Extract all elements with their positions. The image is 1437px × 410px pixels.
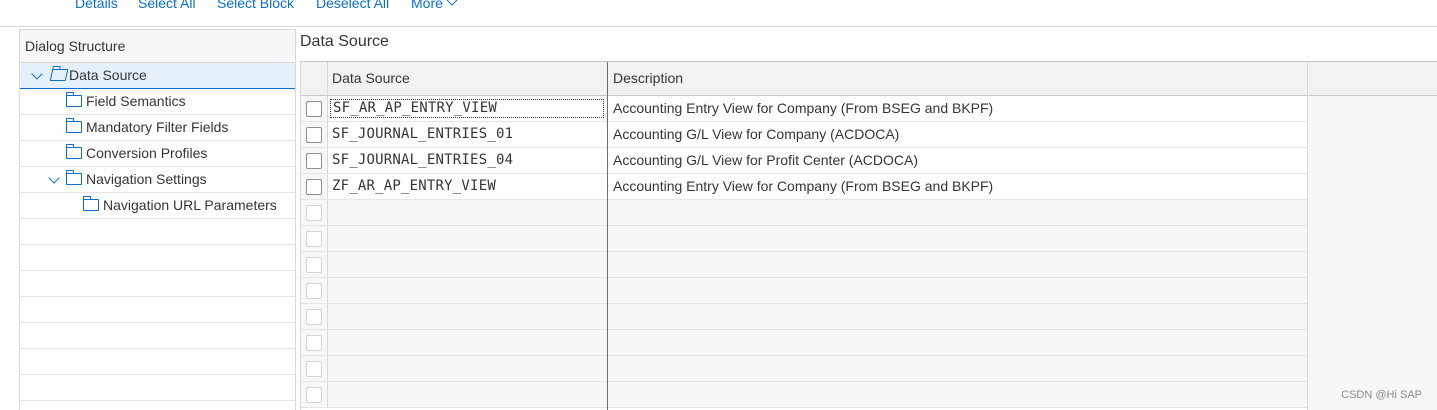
row-checkbox[interactable] (306, 179, 322, 195)
empty-table-row[interactable] (301, 252, 1308, 278)
data-source-cell[interactable]: SF_JOURNAL_ENTRIES_04 (332, 148, 513, 173)
row-selector (301, 174, 328, 199)
tree-item-mandatory-filter-fields[interactable]: Mandatory Filter Fields (20, 115, 295, 141)
tree-item-navigation-settings[interactable]: Navigation Settings (20, 167, 295, 193)
data-source-cell[interactable]: SF_JOURNAL_ENTRIES_01 (332, 122, 513, 147)
empty-table-row[interactable] (301, 226, 1308, 252)
tree-item-navigation-url-parameters[interactable]: Navigation URL Parameters (20, 193, 295, 219)
description-cell[interactable]: Accounting Entry View for Company (From … (613, 174, 993, 199)
tree-item-field-semantics[interactable]: Field Semantics (20, 89, 295, 115)
row-checkbox[interactable] (306, 101, 322, 117)
row-selector (301, 252, 328, 277)
table-row[interactable]: SF_AR_AP_ENTRY_VIEW Accounting Entry Vie… (301, 96, 1308, 122)
chevron-down-icon[interactable] (31, 68, 43, 80)
row-selector (301, 356, 328, 381)
row-checkbox[interactable] (306, 387, 322, 403)
data-source-cell[interactable]: SF_AR_AP_ENTRY_VIEW (330, 99, 604, 118)
tree-empty-row (20, 219, 295, 245)
row-checkbox[interactable] (306, 127, 322, 143)
row-selector (301, 122, 328, 147)
tree-empty-row (20, 349, 295, 375)
column-header-data-source[interactable]: Data Source (327, 62, 410, 95)
tree-item-label: Mandatory Filter Fields (86, 119, 229, 135)
tree-empty-row (20, 271, 295, 297)
page-title: Data Source (300, 33, 389, 50)
description-cell[interactable]: Accounting Entry View for Company (From … (613, 96, 993, 121)
folder-icon (82, 196, 99, 211)
select-all-column-header[interactable] (301, 62, 328, 95)
folder-open-icon (49, 69, 69, 81)
tree-empty-row (20, 297, 295, 323)
chevron-down-icon[interactable] (48, 172, 60, 184)
empty-table-row[interactable] (301, 200, 1308, 226)
table-row[interactable]: SF_JOURNAL_ENTRIES_04 Accounting G/L Vie… (301, 148, 1308, 174)
chevron-down-icon (446, 0, 458, 6)
row-checkbox[interactable] (306, 361, 322, 377)
empty-table-row[interactable] (301, 356, 1308, 382)
tree-item-label: Field Semantics (86, 93, 186, 109)
column-divider (1307, 62, 1308, 410)
more-label: More (411, 0, 443, 11)
watermark: CSDN @Hi SAP (1341, 389, 1422, 401)
empty-table-row[interactable] (301, 382, 1308, 408)
row-selector (301, 226, 328, 251)
empty-table-row[interactable] (301, 278, 1308, 304)
row-selector (301, 200, 328, 225)
row-selector (301, 148, 328, 173)
table-header: Data Source Description (301, 62, 1437, 96)
dialog-structure-title: Dialog Structure (20, 30, 295, 63)
row-selector (301, 278, 328, 303)
tree-item-conversion-profiles[interactable]: Conversion Profiles (20, 141, 295, 167)
more-button[interactable]: More (411, 0, 458, 11)
description-cell[interactable]: Accounting G/L View for Company (ACDOCA) (613, 122, 899, 147)
row-selector (301, 382, 328, 407)
row-checkbox[interactable] (306, 153, 322, 169)
toolbar: Details Select All Select Block Deselect… (0, 0, 1437, 27)
folder-icon (65, 170, 82, 185)
data-source-cell[interactable]: ZF_AR_AP_ENTRY_VIEW (332, 174, 496, 199)
tree-empty-row (20, 375, 295, 401)
table-row[interactable]: SF_JOURNAL_ENTRIES_01 Accounting G/L Vie… (301, 122, 1308, 148)
column-header-description[interactable]: Description (608, 62, 683, 95)
details-button[interactable]: Details (75, 0, 118, 11)
row-selector (301, 304, 328, 329)
tree-empty-row (20, 245, 295, 271)
empty-table-row[interactable] (301, 304, 1308, 330)
tree-item-label: Navigation Settings (86, 171, 207, 187)
select-block-button[interactable]: Select Block (217, 0, 294, 11)
row-checkbox[interactable] (306, 309, 322, 325)
empty-table-row[interactable] (301, 330, 1308, 356)
column-resize-handle[interactable] (607, 62, 608, 410)
description-cell[interactable]: Accounting G/L View for Profit Center (A… (613, 148, 918, 173)
row-checkbox[interactable] (306, 231, 322, 247)
deselect-all-button[interactable]: Deselect All (316, 0, 389, 11)
row-checkbox[interactable] (306, 257, 322, 273)
table-empty-area (1308, 96, 1437, 410)
row-checkbox[interactable] (306, 335, 322, 351)
tree-empty-row (20, 323, 295, 349)
row-checkbox[interactable] (306, 205, 322, 221)
row-selector (301, 330, 328, 355)
tree-item-label: Conversion Profiles (86, 145, 208, 161)
tree-item-label: Navigation URL Parameters (103, 197, 277, 213)
row-checkbox[interactable] (306, 283, 322, 299)
row-selector (301, 96, 328, 121)
data-source-table: Data Source Description SF_AR_AP_ENTRY_V… (300, 61, 1437, 410)
folder-icon (65, 144, 82, 159)
folder-icon (65, 118, 82, 133)
dialog-structure-panel: Dialog Structure Data Source Field Seman… (19, 29, 296, 410)
select-all-button[interactable]: Select All (138, 0, 196, 11)
tree-item-label: Data Source (69, 67, 147, 83)
tree-item-data-source[interactable]: Data Source (20, 63, 295, 89)
table-row[interactable]: ZF_AR_AP_ENTRY_VIEW Accounting Entry Vie… (301, 174, 1308, 200)
folder-icon (65, 92, 82, 107)
